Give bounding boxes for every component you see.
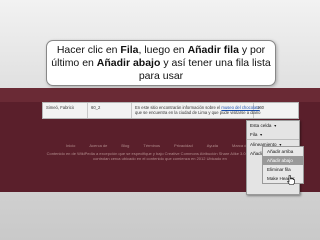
menu-item-anadir-abajo[interactable]: Añadir abajo xyxy=(263,156,303,165)
footer-link-terminos[interactable]: Términos xyxy=(143,143,160,149)
callout-text: Hacer clic en xyxy=(56,44,121,56)
footer-link-inicio[interactable]: Inicio xyxy=(66,143,75,149)
table-row[interactable]: Simeó, Fabricio 60_2 En este sitio encon… xyxy=(42,102,299,119)
callout-text: , luego en xyxy=(138,44,188,56)
column-divider xyxy=(131,103,132,118)
instruction-callout: Hacer clic en Fila, luego en Añadir fila… xyxy=(46,40,276,86)
hand-cursor-icon xyxy=(287,172,295,185)
cell-count[interactable]: 160 xyxy=(257,105,275,110)
menu-item-fila[interactable]: Fila ▼ xyxy=(247,130,299,139)
menu-item-eliminar-fila[interactable]: Eliminar fila xyxy=(263,165,303,174)
chevron-down-icon: ▼ xyxy=(259,133,263,137)
description-text-end: que se encuentra en la ciudad de Lima y … xyxy=(135,110,261,115)
chevron-down-icon: ▼ xyxy=(273,124,277,128)
cell-name[interactable]: Simeó, Fabricio xyxy=(46,105,74,110)
menu-item-label: Fila xyxy=(250,132,258,137)
page-top-bar xyxy=(0,88,320,102)
menu-item-esta-celda[interactable]: Esta celda ▼ xyxy=(247,121,299,130)
column-divider xyxy=(87,103,88,118)
footer-link-acerca[interactable]: Acerca de xyxy=(89,143,107,149)
menu-item-anadir-arriba[interactable]: Añadir arriba xyxy=(263,147,303,156)
footer-license-text: Contenido en de WikiPedia a excepción qu… xyxy=(46,151,274,161)
menu-item-make-header[interactable]: Make Header xyxy=(263,174,303,183)
callout-emphasis-anadir-abajo: Añadir abajo xyxy=(96,57,161,69)
footer-link-privacidad[interactable]: Privacidad xyxy=(174,143,193,149)
footer-link-ayuda[interactable]: Ayuda xyxy=(207,143,218,149)
callout-emphasis-fila: Fila xyxy=(120,44,139,56)
cell-description[interactable]: En este sitio encontrarán información so… xyxy=(135,105,265,115)
add-row-submenu: Añadir arriba Añadir abajo Eliminar fila… xyxy=(262,146,304,184)
callout-emphasis-anadir-fila: Añadir fila xyxy=(187,44,239,56)
cell-code[interactable]: 60_2 xyxy=(91,105,109,110)
footer-link-blog[interactable]: Blog xyxy=(121,143,129,149)
menu-item-label: Esta celda xyxy=(250,123,272,128)
footer-nav: Inicio Acerca de Blog Términos Privacida… xyxy=(66,143,266,149)
